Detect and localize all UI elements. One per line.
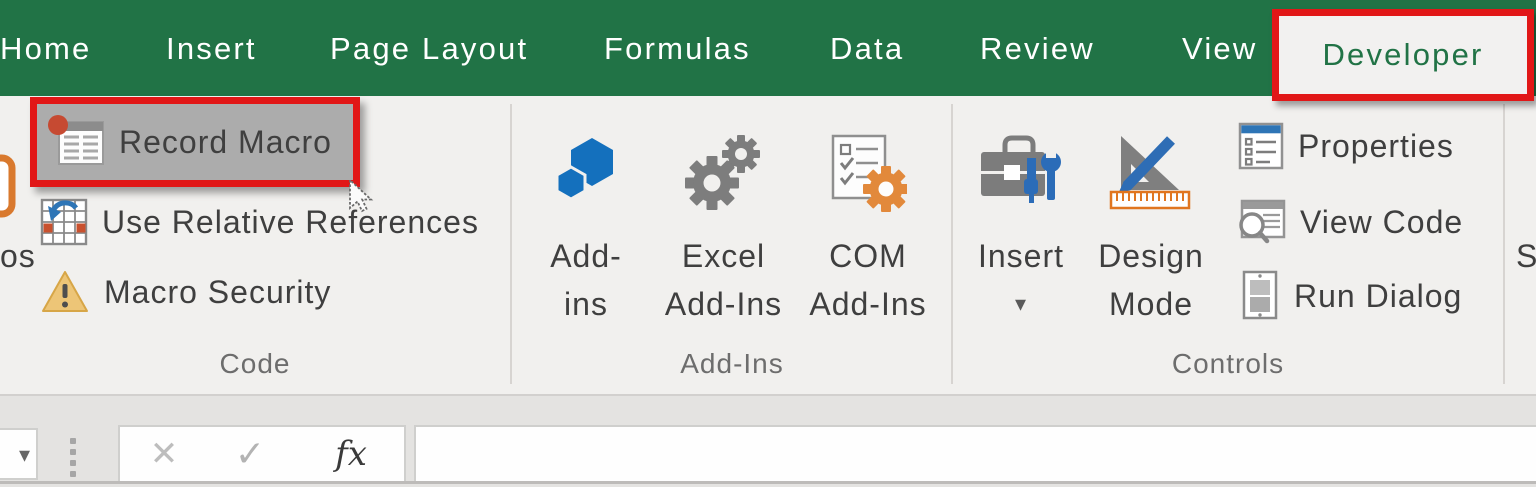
properties-label: Properties xyxy=(1298,127,1454,164)
design-mode-button[interactable]: Design Mode xyxy=(1080,112,1222,336)
excel-add-ins-button[interactable]: Excel Add-Ins xyxy=(646,112,801,336)
macro-security-button[interactable]: Macro Security xyxy=(40,264,331,320)
view-code-button[interactable]: View Code xyxy=(1236,194,1463,250)
macro-security-warning-icon xyxy=(40,269,90,315)
formula-bar-drag-handle-icon[interactable] xyxy=(70,438,76,477)
group-separator xyxy=(1503,104,1505,384)
record-macro-label: Record Macro xyxy=(119,123,332,160)
design-mode-label-line1: Design xyxy=(1098,238,1204,274)
excel-add-ins-gears-icon xyxy=(684,112,764,232)
enter-icon[interactable]: ✓ xyxy=(228,427,272,479)
use-relative-references-button[interactable]: Use Relative References xyxy=(40,194,479,250)
properties-icon xyxy=(1238,122,1284,170)
formula-buttons-box: ✕ ✓ fx xyxy=(118,425,406,483)
properties-button[interactable]: Properties xyxy=(1238,118,1454,174)
record-macro-button[interactable]: Record Macro xyxy=(30,97,360,187)
cancel-icon[interactable]: ✕ xyxy=(142,427,186,479)
controls-group-label: Controls xyxy=(1171,348,1285,379)
add-ins-group-label: Add-Ins xyxy=(680,348,784,379)
excel-window: Home Insert Page Layout Formulas Data Re… xyxy=(0,0,1536,487)
insert-controls-label: Insert xyxy=(977,238,1065,274)
run-dialog-icon xyxy=(1240,270,1280,322)
design-mode-label-line2: Mode xyxy=(1108,286,1194,322)
ribbon-tab-bar: Home Insert Page Layout Formulas Data Re… xyxy=(0,0,1536,101)
use-relative-references-label: Use Relative References xyxy=(102,203,479,240)
ribbon-developer-content: os Record Macro Use Relative References … xyxy=(0,96,1536,394)
tab-developer-label: Developer xyxy=(1322,37,1484,72)
tab-insert[interactable]: Insert xyxy=(166,0,257,96)
com-add-ins-label-line2: Add-Ins xyxy=(809,286,927,322)
dropdown-arrow-icon: ▾ xyxy=(1014,291,1028,316)
tab-developer[interactable]: Developer xyxy=(1272,9,1534,101)
macros-partial-icon[interactable] xyxy=(0,154,20,228)
tab-view[interactable]: View xyxy=(1182,0,1257,96)
add-ins-icon xyxy=(552,112,620,232)
add-ins-label-line2: ins xyxy=(564,286,608,322)
bottom-divider xyxy=(0,481,1536,484)
tab-page-layout[interactable]: Page Layout xyxy=(330,0,528,96)
group-separator xyxy=(951,104,953,384)
clipped-source-label[interactable]: S xyxy=(1516,232,1536,280)
formula-input[interactable] xyxy=(414,425,1536,483)
macro-security-label: Macro Security xyxy=(104,273,332,310)
code-group-label: Code xyxy=(219,348,291,379)
name-box-dropdown-icon[interactable]: ▾ xyxy=(19,430,30,478)
view-code-icon xyxy=(1236,197,1286,247)
tab-formulas[interactable]: Formulas xyxy=(604,0,751,96)
name-box[interactable]: ▾ xyxy=(0,428,38,480)
tab-data[interactable]: Data xyxy=(830,0,904,96)
clipped-macros-label[interactable]: os xyxy=(0,232,36,280)
record-macro-icon xyxy=(47,114,105,170)
view-code-label: View Code xyxy=(1300,203,1464,240)
com-add-ins-button[interactable]: COM Add-Ins xyxy=(788,112,948,336)
insert-controls-button[interactable]: Insert ▾ xyxy=(960,112,1082,336)
excel-add-ins-label-line1: Excel xyxy=(681,238,766,274)
add-ins-label-line1: Add- xyxy=(550,238,622,274)
use-relative-references-icon xyxy=(40,198,88,246)
run-dialog-label: Run Dialog xyxy=(1294,277,1463,314)
run-dialog-button[interactable]: Run Dialog xyxy=(1240,268,1462,324)
add-ins-button[interactable]: Add- ins xyxy=(521,112,651,336)
insert-toolbox-icon xyxy=(979,112,1063,232)
excel-add-ins-label-line2: Add-Ins xyxy=(664,286,783,322)
design-mode-icon xyxy=(1107,112,1195,232)
tab-home[interactable]: Home xyxy=(0,0,92,96)
formula-bar-row: ▾ ✕ ✓ fx xyxy=(0,394,1536,487)
com-add-ins-label-line1: COM xyxy=(829,238,907,274)
mouse-cursor-icon xyxy=(347,178,379,216)
insert-function-icon[interactable]: fx xyxy=(324,427,378,479)
tab-review[interactable]: Review xyxy=(980,0,1095,96)
group-separator xyxy=(510,104,512,384)
com-add-ins-icon xyxy=(829,112,907,232)
